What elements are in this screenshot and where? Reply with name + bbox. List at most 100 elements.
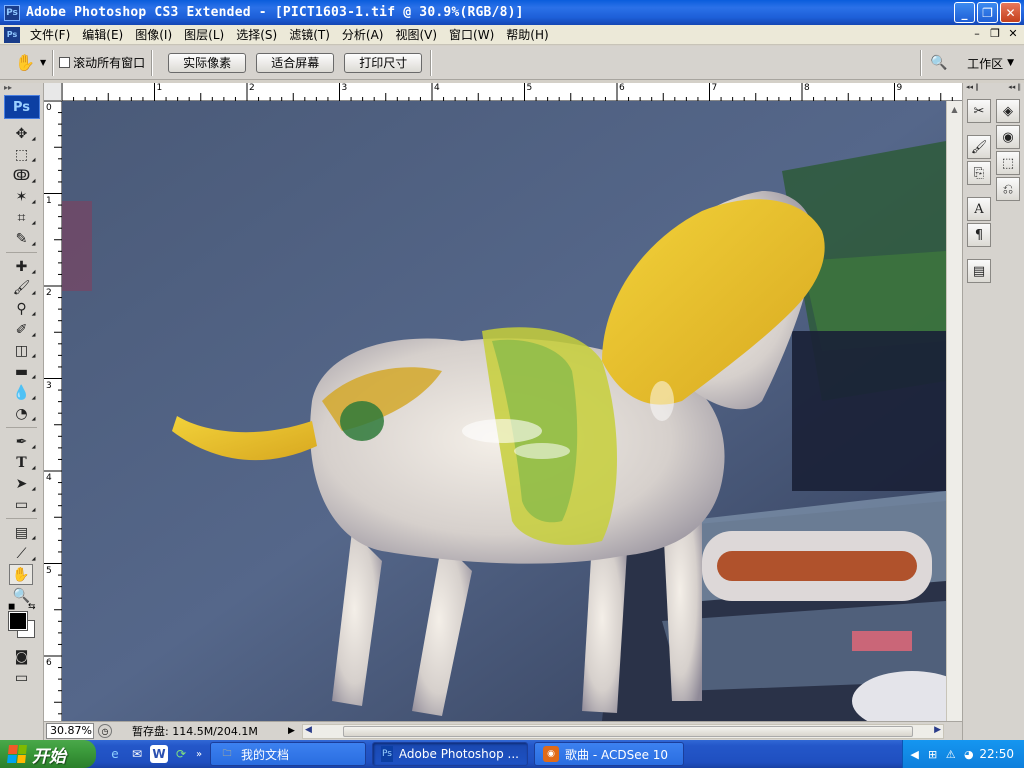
doc-restore-button[interactable]: ❐ [988,27,1002,40]
tray-expand-icon[interactable]: ◀ [907,746,922,762]
fit-screen-button[interactable]: 适合屏幕 [256,52,335,73]
quick-mask-icon[interactable]: ◙ [2,646,42,667]
notes-tool-icon[interactable]: ▤ ◢ [2,522,42,543]
marquee-tool-icon[interactable]: ⬚ ◢ [2,144,42,165]
ruler-label: 5 [46,565,52,576]
horizontal-ruler[interactable]: 1 2 3 4 5 6 7 8 9 [62,83,962,101]
restore-button[interactable]: ❐ [977,2,998,23]
ruler-label: 3 [341,83,348,93]
lasso-tool-icon[interactable]: ↂ ◢ [2,165,42,186]
scroll-all-windows-checkbox[interactable]: 滚动所有窗口 [59,54,145,71]
quick-launch: e ✉ W ⟳ » [106,745,204,763]
doc-minimize-button[interactable]: – [970,27,984,40]
grip-icon[interactable]: ▸▸ [0,83,43,93]
menu-select[interactable]: 选择(S) [230,26,283,43]
default-colors-icon[interactable]: ◼ [8,602,15,612]
bridge-icon[interactable]: 🔍 [927,52,951,74]
quick-launch-more-icon[interactable]: » [194,745,204,763]
screen-mode-icon[interactable]: ▭ [2,667,42,688]
menu-image[interactable]: 图像(I) [129,26,178,43]
security-icon[interactable]: ⚠ [943,746,958,762]
menu-analysis[interactable]: 分析(A) [336,26,390,43]
actual-pixels-button[interactable]: 实际像素 [168,52,247,73]
brushes-icon[interactable]: 🖌 [967,135,991,159]
layer-comps-icon[interactable]: ▤ [967,259,991,283]
history-icon[interactable]: ⎌ [996,177,1020,201]
workspace-menu[interactable]: 工作区 ▼ [967,55,1014,72]
scrollbar-thumb[interactable] [343,726,913,737]
eraser-tool-icon[interactable]: ◫ ◢ [2,340,42,361]
menu-help[interactable]: 帮助(H) [500,26,554,43]
magic-wand-tool-icon[interactable]: ✶ ◢ [2,186,42,207]
word-icon[interactable]: W [150,745,168,763]
ruler-origin[interactable] [44,83,62,101]
crop-tool-icon[interactable]: ⌗ ◢ [2,207,42,228]
horizontal-scrollbar[interactable]: ◀ ▶ [302,724,944,739]
hand-tool-preset-icon[interactable]: ✋ [14,52,36,74]
network-icon[interactable]: ⊞ [925,746,940,762]
menu-file[interactable]: 文件(F) [24,26,76,43]
menu-edit[interactable]: 编辑(E) [76,26,129,43]
slice-tool-icon[interactable]: ✎ ◢ [2,228,42,249]
vertical-scrollbar[interactable]: ▲ [946,101,962,721]
scroll-up-arrow-icon[interactable]: ▲ [947,101,962,117]
pen-tool-icon[interactable]: ✒ ◢ [2,431,42,452]
layers-icon[interactable]: ◈ [996,99,1020,123]
document-icon[interactable]: Ps [4,26,20,43]
collapse-dock-icon[interactable]: ◂◂ ‖ [1008,83,1021,95]
system-tray: ◀ ⊞ ⚠ ◕ 22:50 [902,740,1024,768]
photoshop-logo[interactable]: Ps [3,95,40,119]
photoshop-app-icon[interactable]: Ps [4,4,20,21]
vertical-ruler[interactable]: 0 1 2 3 4 5 6 [44,101,62,721]
close-button[interactable]: ✕ [1000,2,1021,23]
move-tool-icon[interactable]: ✥ ◢ [2,123,42,144]
start-button[interactable]: 开始 [0,740,96,768]
tool-presets-icon[interactable]: ✂ [967,99,991,123]
scroll-left-arrow-icon[interactable]: ◀ [305,725,312,735]
dodge-tool-icon[interactable]: ◔ ◢ [2,403,42,424]
task-label: 我的文档 [241,747,290,762]
status-info-icon[interactable]: ◷ [98,724,112,738]
task-photoshop[interactable]: Ps Adobe Photoshop ... [372,742,528,766]
clone-stamp-tool-icon[interactable]: ⚲ ◢ [2,298,42,319]
checkbox-box[interactable] [59,57,71,68]
task-my-documents[interactable]: 🗀 我的文档 [210,742,366,766]
hand-tool-icon[interactable]: ✋ [9,564,33,585]
menu-layer[interactable]: 图层(L) [178,26,230,43]
internet-explorer-icon[interactable]: e [106,745,124,763]
doc-close-button[interactable]: ✕ [1006,27,1020,40]
type-tool-icon[interactable]: T ◢ [2,452,42,473]
healing-brush-tool-icon[interactable]: ✚ ◢ [2,256,42,277]
canvas-image[interactable] [62,101,946,721]
foreground-color-swatch[interactable] [8,611,28,631]
paths-icon[interactable]: ⬚ [996,151,1020,175]
swap-colors-icon[interactable]: ⇆ [28,602,36,612]
zoom-level-field[interactable]: 30.87% [46,723,94,739]
channels-icon[interactable]: ◉ [996,125,1020,149]
menu-filter[interactable]: 滤镜(T) [283,26,336,43]
gradient-tool-icon[interactable]: ▬ ◢ [2,361,42,382]
minimize-button[interactable]: _ [954,2,975,23]
volume-icon[interactable]: ◕ [961,746,976,762]
character-icon[interactable]: A [967,197,991,221]
task-acdsee[interactable]: ◉ 歌曲 - ACDSee 10 [534,742,684,766]
path-selection-tool-icon[interactable]: ➤ ◢ [2,473,42,494]
scroll-right-arrow-icon[interactable]: ▶ [934,725,941,735]
print-size-button[interactable]: 打印尺寸 [344,52,423,73]
clone-source-icon[interactable]: ⎘ [967,161,991,185]
palette-column-right: ◈ ◉ ⬚ ⎌ [994,97,1022,203]
outlook-icon[interactable]: ✉ [128,745,146,763]
paragraph-icon[interactable]: ¶ [967,223,991,247]
blur-tool-icon[interactable]: 💧 ◢ [2,382,42,403]
history-brush-tool-icon[interactable]: ✐ ◢ [2,319,42,340]
menu-window[interactable]: 窗口(W) [443,26,500,43]
refresh-icon[interactable]: ⟳ [172,745,190,763]
eyedropper-tool-icon[interactable]: ⟋ ◢ [2,543,42,564]
menu-view[interactable]: 视图(V) [389,26,443,43]
brush-tool-icon[interactable]: 🖌 ◢ [2,277,42,298]
shape-tool-icon[interactable]: ▭ ◢ [2,494,42,515]
collapse-dock-icon[interactable]: ◂◂ ‖ [966,83,979,95]
status-menu-arrow-icon[interactable]: ▶ [288,726,295,736]
chevron-down-icon[interactable]: ▼ [40,58,46,67]
horse-figurine-photo [62,101,946,721]
